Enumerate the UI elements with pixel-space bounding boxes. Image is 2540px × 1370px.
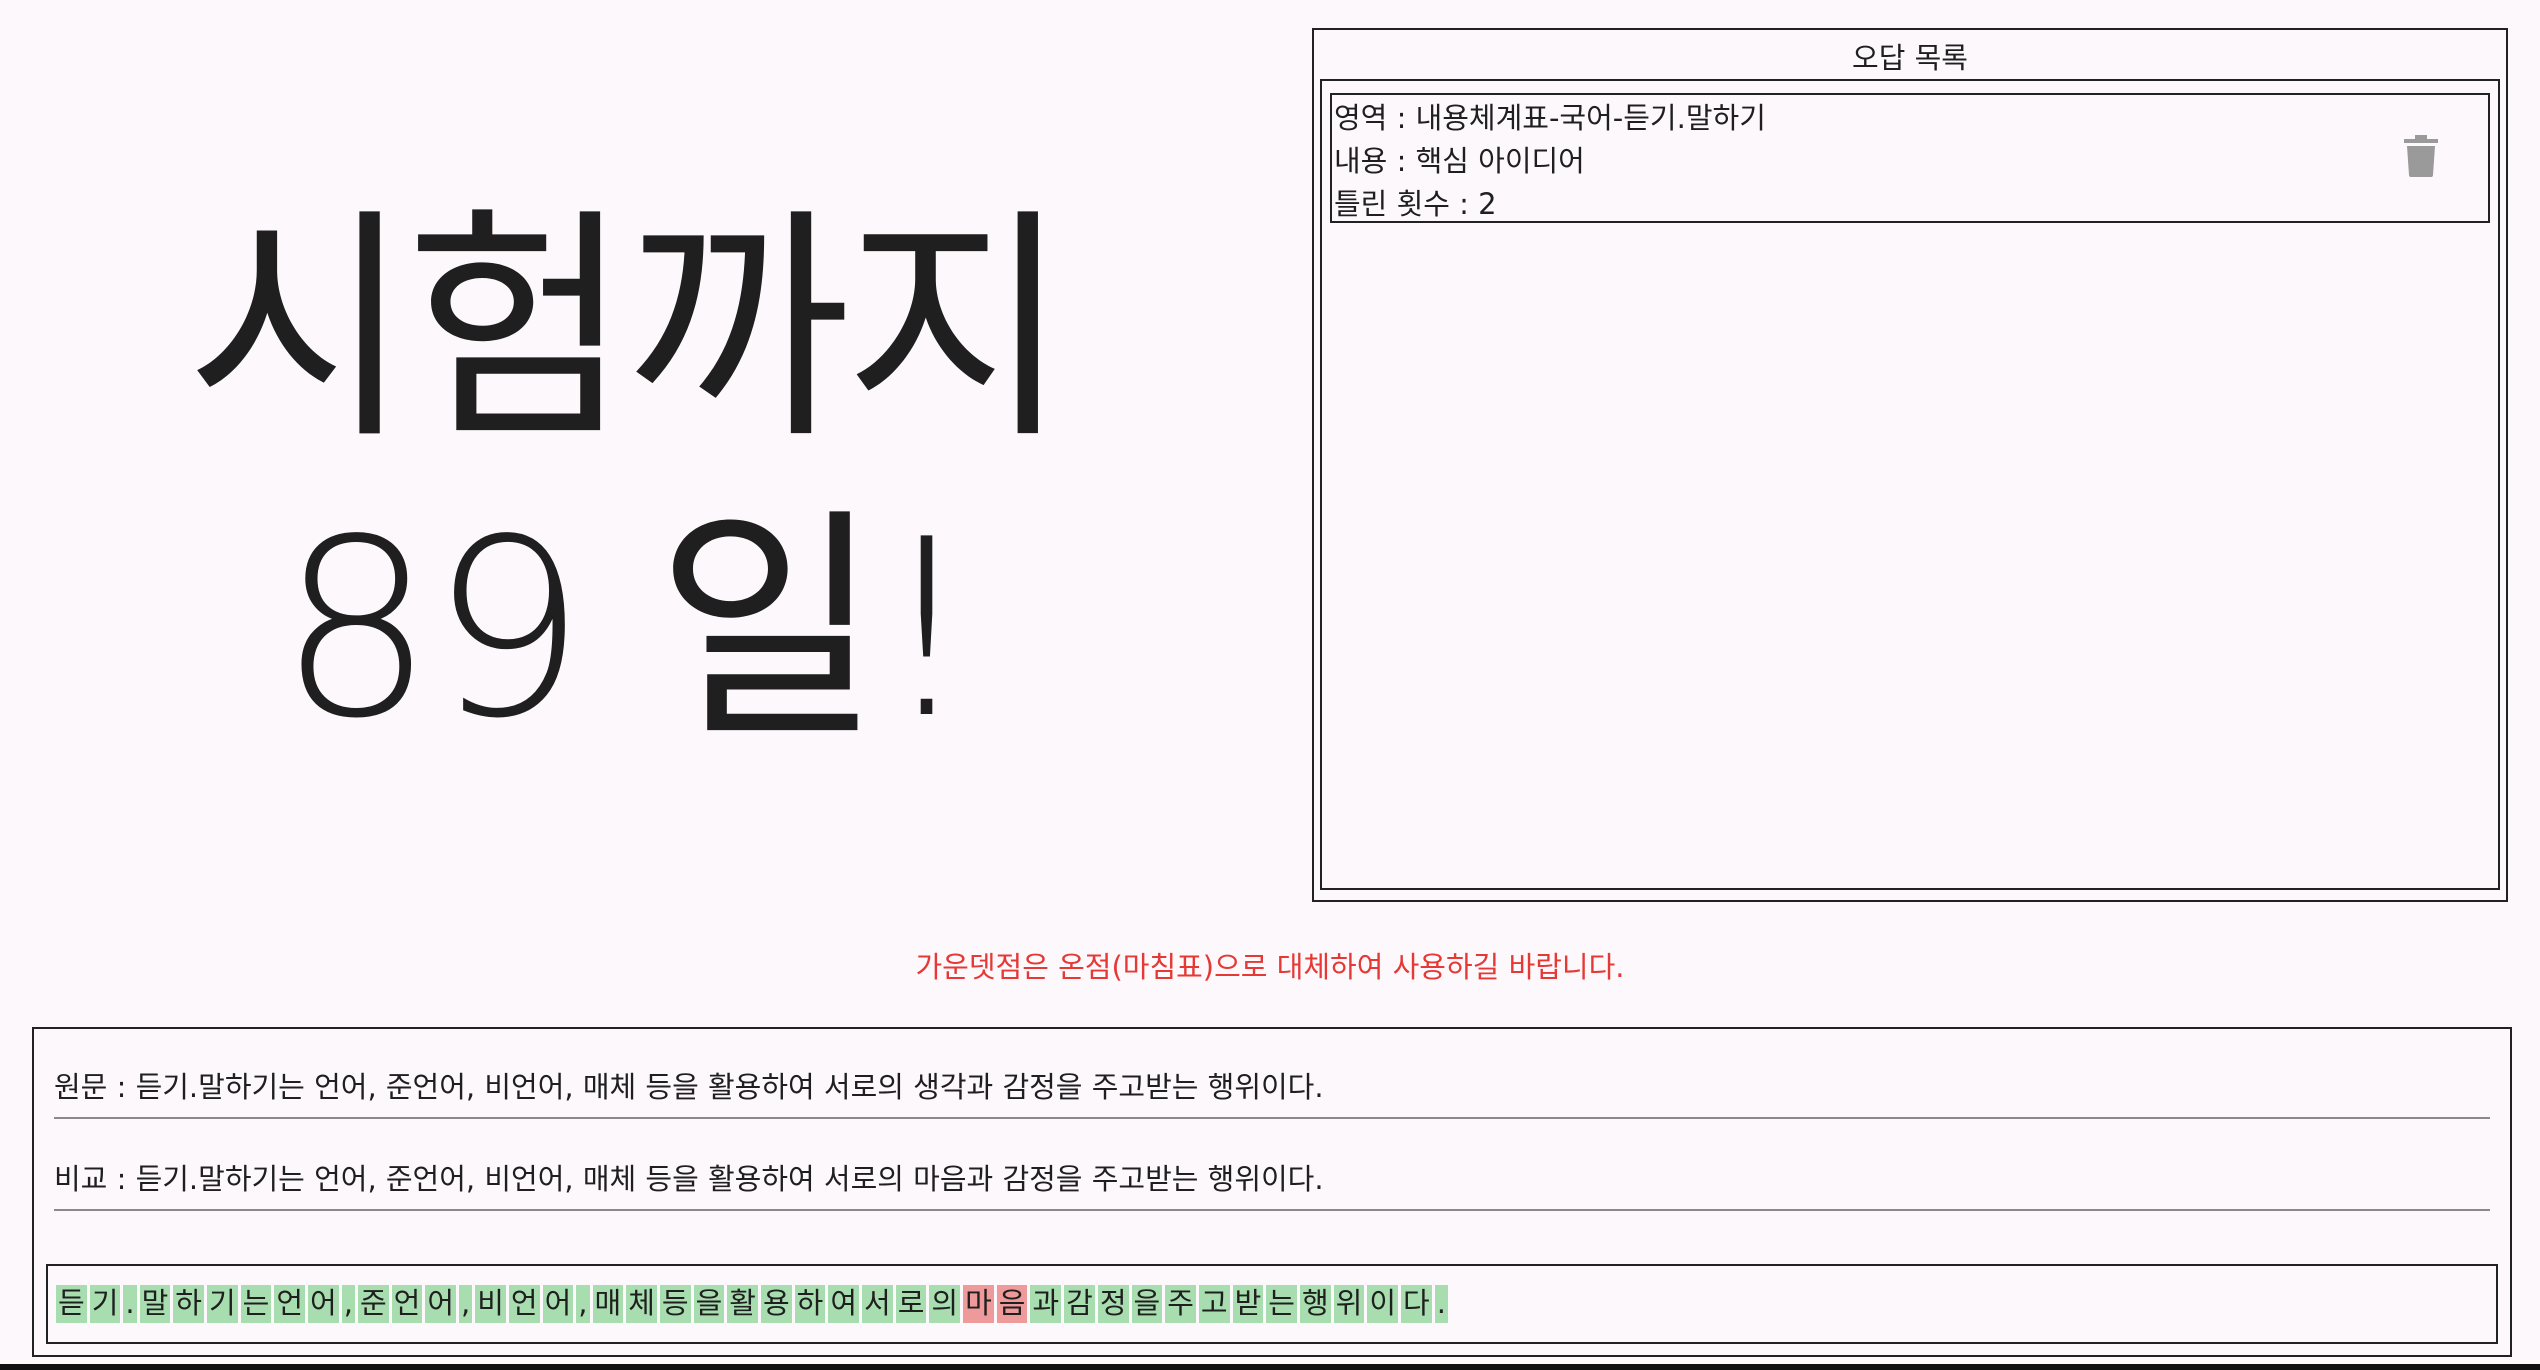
diff-char-match: 위 <box>1333 1285 1365 1323</box>
diff-char-match: 행 <box>1299 1285 1331 1323</box>
diff-char-mismatch: 음 <box>996 1285 1028 1323</box>
countdown-title: 시험까지 <box>186 187 1070 472</box>
diff-char-match: 고 <box>1198 1285 1230 1323</box>
compare-section: 원문 : 듣기.말하기는 언어, 준언어, 비언어, 매체 등을 활용하여 서로… <box>32 1027 2512 1357</box>
diff-char-match: , <box>576 1285 590 1323</box>
wrong-answers-list: 영역 : 내용체계표-국어-듣기.말하기 내용 : 핵심 아이디어 틀린 횟수 … <box>1320 79 2500 890</box>
diff-char-list: 듣기.말하기는언어,준언어,비언어,매체등을활용하여서로의마음과감정을주고받는행… <box>56 1285 1451 1323</box>
diff-char-match: 는 <box>240 1285 272 1323</box>
exam-countdown: 시험까지 89 일! <box>0 180 1250 780</box>
diff-char-match: 의 <box>929 1285 961 1323</box>
diff-char-match: 언 <box>508 1285 540 1323</box>
diff-char-match: 과 <box>1030 1285 1062 1323</box>
diff-char-match: 로 <box>895 1285 927 1323</box>
diff-char-match: 하 <box>173 1285 204 1323</box>
diff-char-match: , <box>341 1285 355 1323</box>
trash-icon <box>2404 135 2438 177</box>
diff-result: 듣기.말하기는언어,준언어,비언어,매체등을활용하여서로의마음과감정을주고받는행… <box>46 1264 2498 1344</box>
diff-char-match: 준 <box>357 1285 389 1323</box>
diff-char-match: . <box>123 1285 137 1323</box>
diff-char-match: . <box>1434 1285 1448 1323</box>
diff-char-match: 언 <box>391 1285 423 1323</box>
diff-char-match: 받 <box>1232 1285 1264 1323</box>
diff-char-match: , <box>459 1285 473 1323</box>
diff-char-match: 감 <box>1064 1285 1095 1323</box>
diff-char-match: 등 <box>659 1285 691 1323</box>
notice-message: 가운뎃점은 온점(마침표)으로 대체하여 사용하길 바랍니다. <box>915 950 1625 984</box>
diff-char-match: 기 <box>89 1285 121 1323</box>
delete-wrong-answer-button[interactable] <box>2404 135 2438 177</box>
diff-char-mismatch: 마 <box>963 1285 994 1323</box>
wrong-answer-area: 영역 : 내용체계표-국어-듣기.말하기 <box>1334 101 1766 135</box>
diff-char-match: 비 <box>475 1285 506 1323</box>
diff-char-match: 서 <box>862 1285 893 1323</box>
diff-char-match: 듣 <box>56 1285 87 1323</box>
diff-char-match: 하 <box>794 1285 826 1323</box>
diff-char-match: 활 <box>727 1285 758 1323</box>
wrong-answer-count: 틀린 횟수 : 2 <box>1334 187 1497 221</box>
diff-char-match: 여 <box>828 1285 859 1323</box>
wrong-answer-item[interactable]: 영역 : 내용체계표-국어-듣기.말하기 내용 : 핵심 아이디어 틀린 횟수 … <box>1330 93 2490 223</box>
comparison-text: 비교 : 듣기.말하기는 언어, 준언어, 비언어, 매체 등을 활용하여 서로… <box>54 1149 2490 1211</box>
diff-char-match: 어 <box>308 1285 339 1323</box>
diff-char-match: 매 <box>592 1285 624 1323</box>
bottom-divider <box>0 1364 2540 1370</box>
diff-char-match: 다 <box>1401 1285 1432 1323</box>
diff-char-match: 는 <box>1266 1285 1297 1323</box>
diff-char-match: 을 <box>1131 1285 1163 1323</box>
diff-char-match: 어 <box>425 1285 456 1323</box>
diff-char-match: 주 <box>1165 1285 1196 1323</box>
diff-char-match: 을 <box>693 1285 725 1323</box>
diff-char-match: 체 <box>626 1285 657 1323</box>
diff-char-match: 이 <box>1367 1285 1398 1323</box>
wrong-answer-content: 내용 : 핵심 아이디어 <box>1334 144 1585 178</box>
wrong-answers-panel: 오답 목록 영역 : 내용체계표-국어-듣기.말하기 내용 : 핵심 아이디어 … <box>1312 28 2508 902</box>
countdown-days: 89 일! <box>278 487 975 772</box>
diff-char-match: 어 <box>542 1285 574 1323</box>
wrong-answers-title: 오답 목록 <box>1852 41 1968 75</box>
diff-char-match: 말 <box>139 1285 171 1323</box>
diff-char-match: 언 <box>274 1285 306 1323</box>
original-text: 원문 : 듣기.말하기는 언어, 준언어, 비언어, 매체 등을 활용하여 서로… <box>54 1057 2490 1119</box>
diff-char-match: 정 <box>1097 1285 1129 1323</box>
diff-char-match: 기 <box>206 1285 238 1323</box>
diff-char-match: 용 <box>760 1285 792 1323</box>
